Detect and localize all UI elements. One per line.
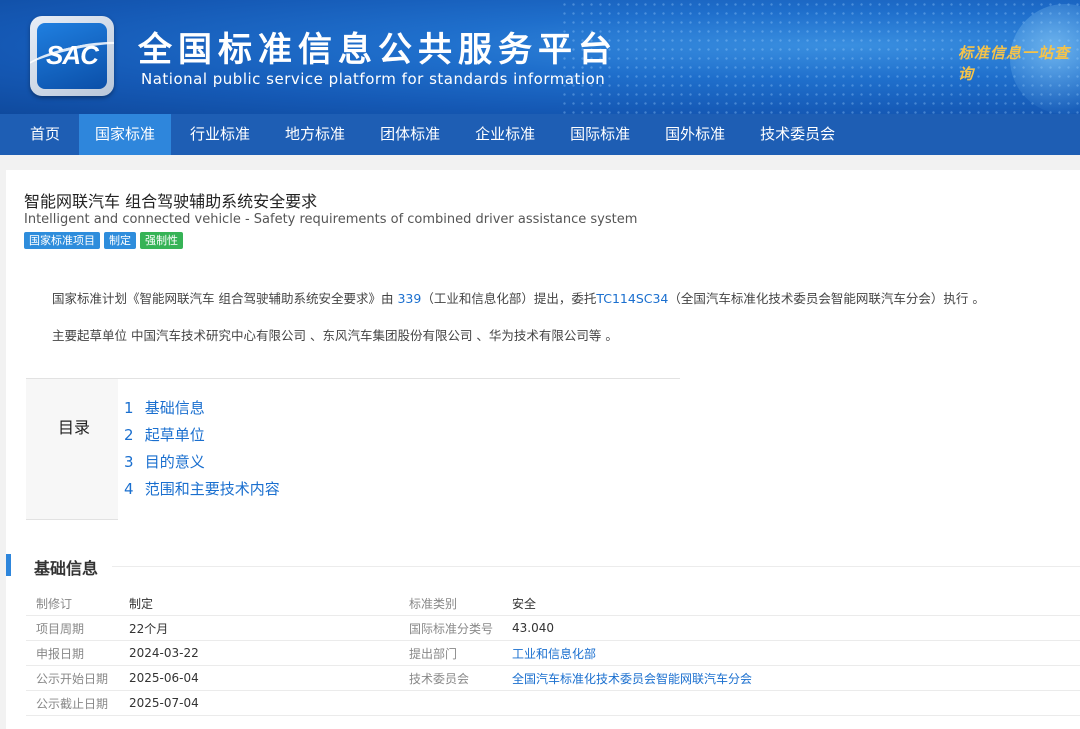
- info-key: 技术委员会: [409, 671, 470, 686]
- info-key: 项目周期: [36, 621, 85, 636]
- tag-national-project: 国家标准项目: [24, 232, 100, 249]
- summary-paragraph-2: 主要起草单位 中国汽车技术研究中心有限公司 、东风汽车集团股份有限公司 、华为技…: [52, 328, 618, 343]
- summary-text-a: 国家标准计划《智能网联汽车 组合驾驶辅助系统安全要求》由: [52, 291, 398, 306]
- info-value: 安全: [512, 596, 537, 611]
- info-key: 标准类别: [409, 596, 458, 611]
- info-row: 项目周期 22个月 国际标准分类号 43.040: [26, 616, 1080, 641]
- info-row: 申报日期 2024-03-22 提出部门 工业和信息化部: [26, 641, 1080, 666]
- nav-national-standards[interactable]: 国家标准: [79, 114, 172, 155]
- site-subtitle: National public service platform for sta…: [141, 70, 606, 88]
- main-nav: 首页 国家标准 行业标准 地方标准 团体标准 企业标准 国际标准 国外标准 技术…: [0, 114, 1080, 155]
- tag-mandatory: 强制性: [140, 232, 183, 249]
- technical-committee-link[interactable]: 全国汽车标准化技术委员会智能网联汽车分会: [512, 670, 1080, 687]
- info-row: 公示截止日期 2025-07-04: [26, 691, 1080, 716]
- basic-info-heading: 基础信息: [6, 554, 1080, 578]
- info-row: 公示开始日期 2025-06-04 技术委员会 全国汽车标准化技术委员会智能网联…: [26, 666, 1080, 691]
- nav-enterprise-standards[interactable]: 企业标准: [459, 114, 551, 155]
- nav-industry-standards[interactable]: 行业标准: [174, 114, 266, 155]
- summary-paragraph-1: 国家标准计划《智能网联汽车 组合驾驶辅助系统安全要求》由 339（工业和信息化部…: [52, 288, 985, 307]
- site-title: 全国标准信息公共服务平台: [138, 30, 618, 70]
- section-title: 基础信息: [34, 559, 99, 578]
- info-value: 制定: [129, 596, 154, 611]
- toc-item-drafting-units[interactable]: 2 起草单位: [124, 424, 680, 451]
- toc-label: 目录: [58, 418, 91, 437]
- tag-formulate: 制定: [104, 232, 136, 249]
- site-header: SAC 全国标准信息公共服务平台 National public service…: [0, 0, 1080, 114]
- summary-text-c: （全国汽车标准化技术委员会智能网联汽车分会）执行 。: [668, 291, 985, 306]
- proposing-department-link[interactable]: 工业和信息化部: [512, 645, 1080, 662]
- info-value: 2024-03-22: [129, 646, 199, 660]
- info-value: 2025-06-04: [129, 671, 199, 685]
- toc-item-scope[interactable]: 4 范围和主要技术内容: [124, 478, 680, 505]
- info-key: 制修订: [36, 596, 73, 611]
- toc-side: 目录: [26, 379, 118, 521]
- slogan: 标准信息一站查询: [958, 44, 1071, 83]
- standard-title-cn: 智能网联汽车 组合驾驶辅助系统安全要求: [24, 192, 318, 211]
- toc-list: 1 基础信息 2 起草单位 3 目的意义 4 范围和主要技术内容: [118, 379, 680, 521]
- nav-local-standards[interactable]: 地方标准: [269, 114, 361, 155]
- info-row: 制修订 制定 标准类别 安全: [26, 591, 1080, 616]
- info-key: 公示截止日期: [36, 696, 109, 711]
- info-key: 国际标准分类号: [409, 621, 494, 636]
- info-value: 22个月: [129, 621, 169, 636]
- sac-logo[interactable]: SAC: [30, 16, 114, 96]
- info-value: 2025-07-04: [129, 696, 199, 710]
- toc-item-basic-info[interactable]: 1 基础信息: [124, 397, 680, 424]
- info-value: 43.040: [512, 621, 554, 635]
- nav-international-standards[interactable]: 国际标准: [554, 114, 646, 155]
- nav-foreign-standards[interactable]: 国外标准: [649, 114, 741, 155]
- section-accent-bar: [6, 554, 11, 576]
- logo-text: SAC: [46, 40, 99, 70]
- department-code-link[interactable]: 339: [397, 291, 421, 306]
- info-key: 提出部门: [409, 646, 458, 661]
- info-key: 公示开始日期: [36, 671, 109, 686]
- toc-item-purpose[interactable]: 3 目的意义: [124, 451, 680, 478]
- nav-home[interactable]: 首页: [14, 114, 76, 155]
- section-divider: [112, 566, 1080, 567]
- table-of-contents: 目录 1 基础信息 2 起草单位 3 目的意义 4 范围和主要技术内容: [26, 378, 680, 521]
- info-key: 申报日期: [36, 646, 85, 661]
- summary-text-b: （工业和信息化部）提出，委托: [421, 291, 597, 306]
- standard-title-en: Intelligent and connected vehicle - Safe…: [24, 212, 638, 227]
- committee-code-link[interactable]: TC114SC34: [596, 291, 668, 306]
- nav-technical-committees[interactable]: 技术委员会: [744, 114, 851, 155]
- nav-group-standards[interactable]: 团体标准: [364, 114, 456, 155]
- standard-tags: 国家标准项目 制定 强制性: [24, 232, 183, 249]
- basic-info-table: 制修订 制定 标准类别 安全 项目周期 22个月 国际标准分类号 43.040 …: [26, 591, 1080, 716]
- standard-detail-card: 智能网联汽车 组合驾驶辅助系统安全要求 Intelligent and conn…: [6, 170, 1080, 729]
